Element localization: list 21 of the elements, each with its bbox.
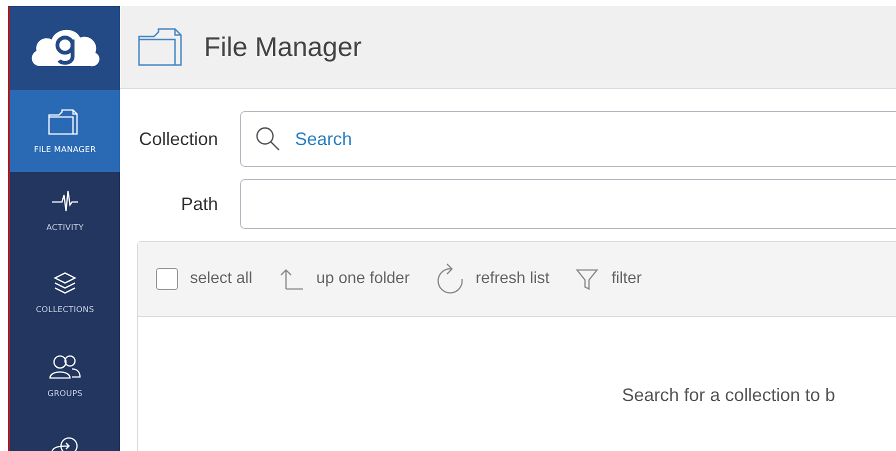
path-field[interactable] (240, 179, 896, 229)
filter-icon (575, 267, 600, 291)
nav-item[interactable]: COLLECTIONS (10, 254, 120, 336)
nav-item[interactable]: GROUPS (10, 336, 120, 418)
refresh-icon (436, 262, 464, 296)
nav-item[interactable]: ACTIVITY (10, 172, 120, 254)
empty-message: Search for a collection to b (622, 385, 836, 405)
path-label: Path (180, 194, 219, 214)
collection-label: Collection (138, 128, 219, 150)
up-arrow-icon (278, 267, 304, 291)
page-title: File Manager (204, 32, 362, 62)
people-icon (48, 353, 82, 381)
nav-item[interactable]: FILE MANAGER (10, 90, 120, 172)
toolbar-action[interactable]: filter (575, 267, 642, 291)
select-all-label: select all (190, 270, 252, 288)
toolbar-action[interactable]: up one folder (278, 267, 410, 291)
toolbar-action[interactable]: refresh list (436, 262, 550, 296)
sign-in-icon (50, 435, 80, 451)
search-icon (254, 125, 282, 153)
select-all-checkbox[interactable] (156, 268, 178, 290)
collection-search-field[interactable]: Search (240, 111, 896, 167)
